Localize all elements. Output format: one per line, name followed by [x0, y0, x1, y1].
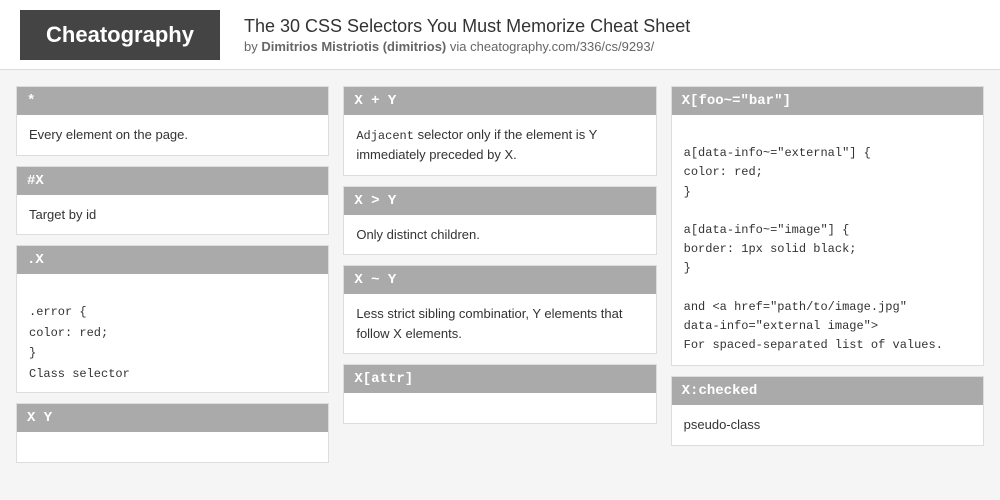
card-xgty-header: X > Y: [344, 187, 655, 215]
card-hashx: #X Target by id: [16, 166, 329, 236]
card-xy-body: [17, 432, 328, 462]
card-xchecked: X:checked pseudo-class: [671, 376, 984, 446]
header-text: The 30 CSS Selectors You Must Memorize C…: [244, 16, 690, 54]
card-xattr-header: X[attr]: [344, 365, 655, 393]
card-xgty: X > Y Only distinct children.: [343, 186, 656, 256]
card-dotx: .X .error { color: red; } Class selector: [16, 245, 329, 393]
card-star-body: Every element on the page.: [17, 115, 328, 155]
main-content: * Every element on the page. #X Target b…: [0, 70, 1000, 500]
author-name: Dimitrios Mistriotis (dimitrios): [261, 39, 446, 54]
card-xplusy-header: X + Y: [344, 87, 655, 115]
card-xtildey: X ~ Y Less strict sibling combinatior, Y…: [343, 265, 656, 354]
card-xy-header: X Y: [17, 404, 328, 432]
card-xfoobar: X[foo~="bar"] a[data-info~="external"] {…: [671, 86, 984, 366]
url-text: cheatography.com/336/cs/9293/: [470, 39, 654, 54]
header-title: The 30 CSS Selectors You Must Memorize C…: [244, 16, 690, 37]
card-xy: X Y: [16, 403, 329, 463]
column-2: X + Y Adjacent selector only if the elem…: [343, 86, 656, 484]
logo-text: Cheatography: [46, 22, 194, 48]
column-1: * Every element on the page. #X Target b…: [16, 86, 329, 484]
card-star: * Every element on the page.: [16, 86, 329, 156]
card-star-header: *: [17, 87, 328, 115]
title-text: The 30 CSS Selectors You Must Memorize C…: [244, 16, 690, 36]
card-xchecked-body: pseudo-class: [672, 405, 983, 445]
logo: Cheatography: [20, 10, 220, 60]
card-hashx-header: #X: [17, 167, 328, 195]
column-3: X[foo~="bar"] a[data-info~="external"] {…: [671, 86, 984, 484]
card-xgty-body: Only distinct children.: [344, 215, 655, 255]
card-xtildey-body: Less strict sibling combinatior, Y eleme…: [344, 294, 655, 353]
card-xattr-body: [344, 393, 655, 423]
header-subtitle: by Dimitrios Mistriotis (dimitrios) via …: [244, 39, 690, 54]
card-xattr: X[attr]: [343, 364, 656, 424]
header: Cheatography The 30 CSS Selectors You Mu…: [0, 0, 1000, 70]
card-xplusy-body: Adjacent selector only if the element is…: [344, 115, 655, 175]
card-xfoobar-header: X[foo~="bar"]: [672, 87, 983, 115]
card-hashx-body: Target by id: [17, 195, 328, 235]
card-dotx-header: .X: [17, 246, 328, 274]
card-xtildey-header: X ~ Y: [344, 266, 655, 294]
card-xchecked-header: X:checked: [672, 377, 983, 405]
card-xfoobar-body: a[data-info~="external"] { color: red; }…: [672, 115, 983, 365]
card-dotx-body: .error { color: red; } Class selector: [17, 274, 328, 392]
card-xplusy: X + Y Adjacent selector only if the elem…: [343, 86, 656, 176]
